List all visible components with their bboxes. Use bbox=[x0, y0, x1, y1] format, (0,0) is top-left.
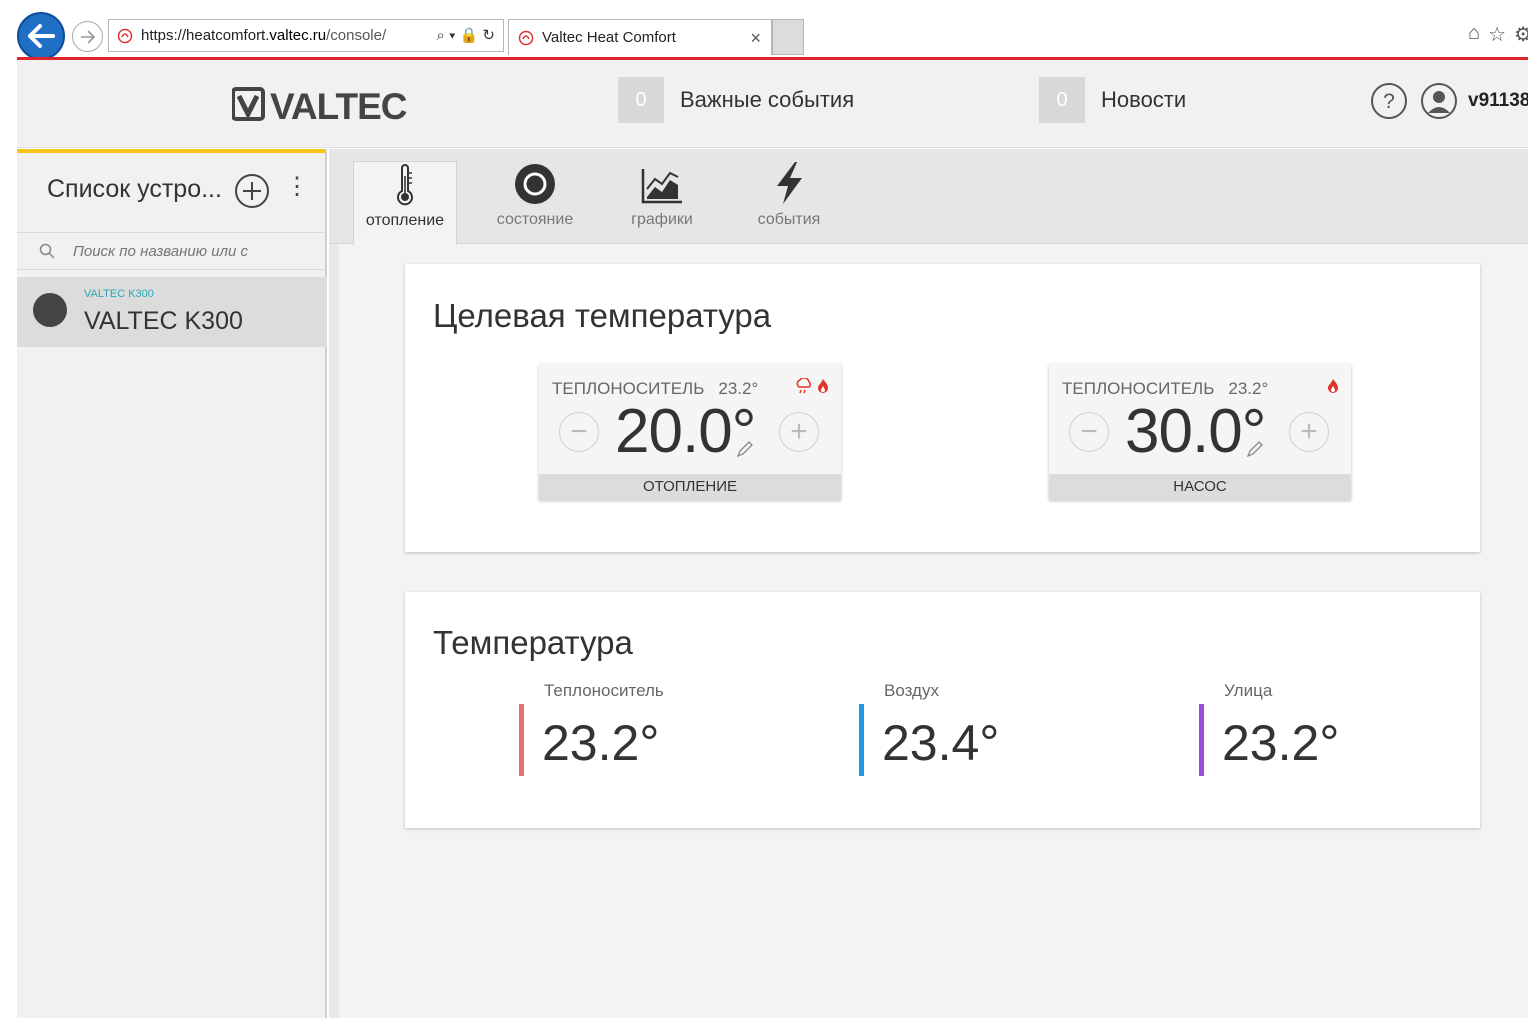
reading-label: Теплоноситель bbox=[544, 681, 664, 700]
increase-button[interactable]: + bbox=[1289, 412, 1329, 452]
main-left-strip bbox=[329, 244, 339, 1018]
flame-icon bbox=[1328, 379, 1338, 393]
setpoint-value: 20.0° bbox=[615, 397, 756, 466]
arrow-left-icon bbox=[28, 24, 55, 48]
arrow-right-icon bbox=[80, 29, 95, 44]
back-button[interactable] bbox=[17, 12, 65, 60]
url-host: valtec.ru bbox=[269, 27, 327, 44]
url-prefix: https://heatcomfort. bbox=[141, 27, 270, 44]
header-user-area: ? v91138 bbox=[1370, 82, 1528, 120]
temperature-card: Температура Теплоноситель 23.2° Воздух 2… bbox=[405, 592, 1480, 828]
reading-value: 23.4° bbox=[882, 715, 1000, 771]
thermometer-icon bbox=[397, 164, 413, 206]
tab-events-label: события bbox=[757, 211, 821, 228]
address-tools[interactable]: ⌕ ▾ 🔒 ↻ bbox=[437, 26, 495, 44]
forward-button[interactable] bbox=[72, 21, 103, 52]
decrease-button[interactable]: − bbox=[559, 412, 599, 452]
temperature-title: Температура bbox=[433, 624, 633, 661]
device-model: VALTEC K300 bbox=[84, 288, 154, 300]
home-icon[interactable]: ⌂ bbox=[1468, 22, 1480, 47]
tab-title: Valtec Heat Comfort bbox=[542, 29, 676, 46]
section-tabs: отопление состояние графики события bbox=[329, 149, 1528, 245]
tile-flags bbox=[795, 378, 829, 394]
reading-color-bar bbox=[1199, 704, 1204, 776]
device-search bbox=[17, 232, 327, 270]
important-events-count: 0 bbox=[618, 77, 664, 123]
main-panel: отопление состояние графики события Целе… bbox=[329, 149, 1528, 1018]
news[interactable]: 0 Новости bbox=[1039, 77, 1186, 123]
reading-color-bar bbox=[859, 704, 864, 776]
tab-heating[interactable]: отопление bbox=[353, 161, 457, 245]
username[interactable]: v91138 bbox=[1468, 90, 1528, 112]
device-status-dot bbox=[33, 293, 67, 327]
app-header: VALTEC 0 Важные события 0 Новости ? v911… bbox=[17, 60, 1528, 148]
device-name: VALTEC K300 bbox=[84, 307, 243, 335]
news-count: 0 bbox=[1039, 77, 1085, 123]
heating-setpoint-tile: ТЕПЛОНОСИТЕЛЬ 23.2° − 20.0° + ОТОПЛЕНИЕ bbox=[539, 364, 841, 500]
more-menu-icon[interactable]: ⋮ bbox=[285, 175, 309, 199]
search-icon bbox=[39, 243, 55, 259]
tab-favicon-icon bbox=[518, 30, 534, 45]
new-tab-button[interactable] bbox=[772, 19, 804, 55]
edit-pencil-icon[interactable] bbox=[736, 440, 754, 458]
news-label: Новости bbox=[1101, 87, 1187, 112]
tab-close-icon[interactable]: × bbox=[750, 28, 761, 49]
tile-mode-label: НАСОС bbox=[1049, 474, 1351, 500]
favorites-star-icon[interactable]: ☆ bbox=[1488, 22, 1506, 47]
flame-icon bbox=[818, 379, 828, 393]
device-list-item[interactable]: VALTEC K300 VALTEC K300 bbox=[17, 277, 327, 347]
reading-value: 23.2° bbox=[542, 715, 660, 771]
tab-state[interactable]: состояние bbox=[483, 161, 587, 245]
lightning-icon bbox=[777, 162, 802, 204]
address-bar[interactable]: https://heatcomfort. valtec.ru/console/ ⌕… bbox=[108, 19, 504, 52]
decrease-button[interactable]: − bbox=[1069, 412, 1109, 452]
target-temperature-title: Целевая температура bbox=[433, 297, 772, 334]
tile-flags bbox=[1327, 378, 1339, 394]
device-sidebar: Список устро... ⋮ VALTEC K300 VALTEC K30… bbox=[17, 149, 327, 1018]
browser-chrome: https://heatcomfort. valtec.ru/console/ ⌕… bbox=[0, 0, 1528, 60]
device-search-input[interactable] bbox=[73, 242, 293, 260]
reading-label: Воздух bbox=[884, 681, 939, 700]
url-path: /console/ bbox=[326, 27, 387, 44]
target-temperature-card: Целевая температура ТЕПЛОНОСИТЕЛЬ 23.2° −… bbox=[405, 264, 1480, 552]
svg-text:VALTEC: VALTEC bbox=[270, 86, 407, 124]
important-events-label: Важные события bbox=[680, 87, 855, 112]
tab-heating-label: отопление bbox=[365, 212, 445, 229]
chart-icon bbox=[641, 169, 682, 204]
settings-gear-icon[interactable]: ⚙ bbox=[1514, 22, 1528, 47]
help-icon[interactable]: ? bbox=[1370, 82, 1408, 120]
state-circle-icon bbox=[515, 164, 555, 204]
reading-color-bar bbox=[519, 704, 524, 776]
tile-mode-label: ОТОПЛЕНИЕ bbox=[539, 474, 841, 500]
weather-icon bbox=[796, 378, 812, 394]
add-device-icon[interactable] bbox=[234, 173, 270, 209]
sidebar-accent bbox=[17, 149, 325, 153]
increase-button[interactable]: + bbox=[779, 412, 819, 452]
reading-label: Улица bbox=[1224, 681, 1273, 700]
edit-pencil-icon[interactable] bbox=[1246, 440, 1264, 458]
tab-charts-label: графики bbox=[631, 211, 693, 228]
browser-toolbar-icons: ⌂ ☆ ⚙ bbox=[1468, 22, 1528, 47]
device-list-title: Список устро... bbox=[47, 175, 222, 203]
user-avatar-icon[interactable] bbox=[1420, 82, 1458, 120]
tab-events[interactable]: события bbox=[737, 161, 841, 245]
tab-state-label: состояние bbox=[496, 211, 574, 228]
setpoint-value: 30.0° bbox=[1125, 397, 1266, 466]
tab-charts[interactable]: графики bbox=[610, 161, 714, 245]
site-favicon-icon bbox=[117, 28, 133, 43]
pump-setpoint-tile: ТЕПЛОНОСИТЕЛЬ 23.2° − 30.0° + НАСОС bbox=[1049, 364, 1351, 500]
svg-text:?: ? bbox=[1383, 90, 1395, 113]
reading-value: 23.2° bbox=[1222, 715, 1340, 771]
important-events[interactable]: 0 Важные события bbox=[618, 77, 854, 123]
valtec-logo[interactable]: VALTEC bbox=[232, 84, 438, 124]
browser-tab[interactable]: Valtec Heat Comfort × bbox=[508, 19, 772, 55]
